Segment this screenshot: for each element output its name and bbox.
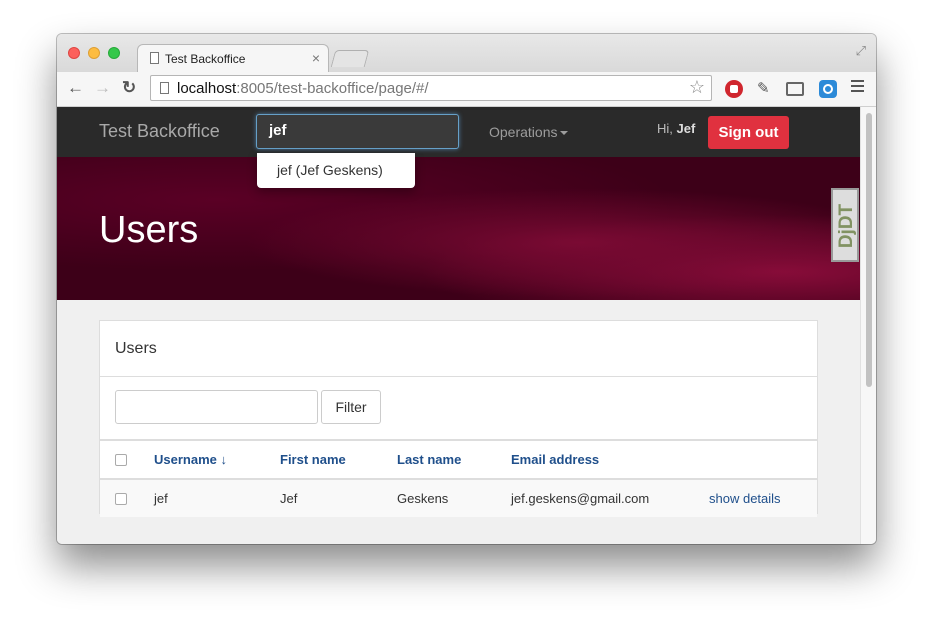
new-tab-button[interactable] [330, 50, 370, 67]
maximize-window-button[interactable] [108, 47, 120, 59]
cell-first-name: Jef [280, 491, 298, 506]
autocomplete-suggestion[interactable]: jef (Jef Geskens) [257, 153, 415, 188]
filter-button[interactable]: Filter [321, 390, 381, 424]
operations-menu[interactable]: Operations [489, 124, 569, 140]
tab-close-icon[interactable]: × [312, 50, 320, 66]
stop-extension-icon[interactable] [725, 80, 743, 98]
document-icon [150, 52, 159, 64]
url-text: localhost:8005/test-backoffice/page/#/ [177, 80, 429, 97]
show-details-link[interactable]: show details [709, 491, 781, 506]
site-brand[interactable]: Test Backoffice [99, 121, 220, 142]
page-header: Users DjDT [57, 157, 860, 300]
search-input[interactable]: jef [256, 114, 459, 149]
debug-toolbar-handle[interactable]: DjDT [831, 188, 859, 262]
forward-arrow-icon[interactable]: → [94, 78, 111, 98]
user-greeting: Hi, Jef [657, 121, 696, 136]
extension-icon[interactable] [819, 80, 837, 98]
minimize-window-button[interactable] [88, 47, 100, 59]
tab-title: Test Backoffice [165, 52, 246, 66]
column-last-name[interactable]: Last name [397, 452, 461, 467]
scrollbar-thumb[interactable] [866, 113, 872, 387]
address-bar[interactable]: localhost:8005/test-backoffice/page/#/ ☆ [150, 75, 712, 101]
back-arrow-icon[interactable]: ← [67, 78, 84, 98]
filter-row: Filter [100, 377, 817, 441]
cast-icon[interactable] [786, 82, 804, 96]
select-all-checkbox[interactable] [115, 454, 127, 466]
cell-last-name: Geskens [397, 491, 449, 506]
table-row: jef Jef Geskens jef.geskens@gmail.com sh… [100, 480, 817, 517]
page-title: Users [99, 209, 199, 251]
fullscreen-icon[interactable]: ⤢ [856, 43, 866, 59]
column-username[interactable]: Username ↓ [154, 452, 227, 467]
close-window-button[interactable] [68, 47, 80, 59]
page-icon [160, 82, 169, 94]
browser-titlebar: Test Backoffice × ⤢ [57, 34, 876, 73]
cell-username: jef [154, 491, 168, 506]
site-navbar: Test Backoffice jef Operations Hi, Jef S… [57, 107, 860, 157]
menu-icon[interactable] [851, 80, 864, 95]
reload-icon[interactable]: ↻ [122, 78, 136, 98]
bookmark-star-icon[interactable]: ☆ [689, 77, 705, 98]
sign-out-button[interactable]: Sign out [708, 116, 789, 149]
evernote-icon[interactable]: ✎ [757, 79, 775, 97]
panel-title: Users [100, 321, 817, 377]
web-page: Test Backoffice jef Operations Hi, Jef S… [57, 107, 860, 544]
row-checkbox[interactable] [115, 493, 127, 505]
browser-toolbar: ← → ↻ localhost:8005/test-backoffice/pag… [57, 72, 876, 107]
debug-toolbar-label: DjDT [836, 203, 857, 249]
table-header: Username ↓ First name Last name Email ad… [100, 441, 817, 480]
column-email[interactable]: Email address [511, 452, 599, 467]
caret-down-icon [560, 131, 569, 136]
cell-email: jef.geskens@gmail.com [511, 491, 650, 506]
browser-window: Test Backoffice × ⤢ ← → ↻ localhost:8005… [57, 34, 876, 544]
browser-tab[interactable]: Test Backoffice × [137, 44, 329, 73]
users-panel: Users Filter Username ↓ First name Last … [99, 320, 818, 517]
filter-input[interactable] [115, 390, 318, 424]
page-scrollbar[interactable] [860, 107, 876, 544]
column-first-name[interactable]: First name [280, 452, 346, 467]
